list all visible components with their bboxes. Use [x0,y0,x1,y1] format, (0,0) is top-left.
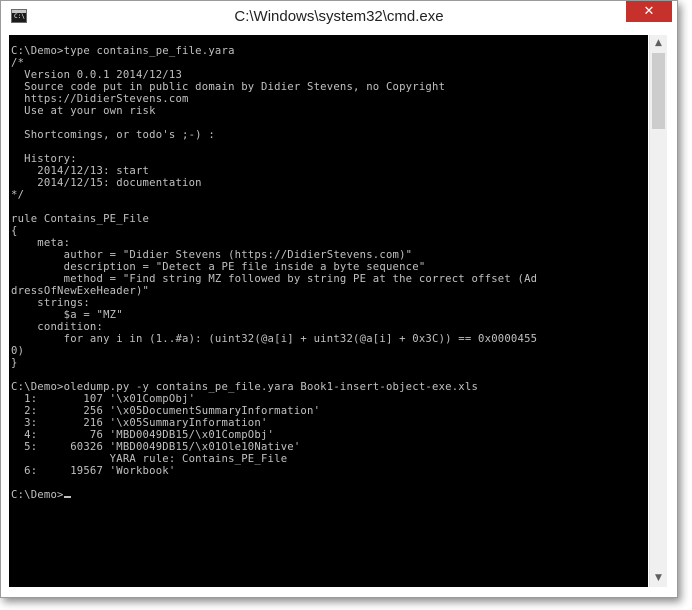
console-line: */ [11,189,25,201]
console-line: 0) [11,345,25,357]
console-line: dressOfNewExeHeader)" [11,285,150,297]
console-line: Use at your own risk [11,105,156,117]
console-line: 2: 256 '\x05DocumentSummaryInformation' [11,405,321,417]
scroll-thumb[interactable] [652,53,665,129]
console-line: method = "Find string MZ followed by str… [11,273,538,285]
console-line: C:\Demo>type contains_pe_file.yara [11,45,235,57]
console-line: strings: [11,297,90,309]
cmd-window: C:\ C:\Windows\system32\cmd.exe ✕ C:\Dem… [0,0,678,598]
console-line: description = "Detect a PE file inside a… [11,261,426,273]
console-line: author = "Didier Stevens (https://Didier… [11,249,413,261]
console-line: 3: 216 '\x05SummaryInformation' [11,417,268,429]
console-line: /* [11,57,25,69]
console-line: $a = "MZ" [11,309,123,321]
scroll-up-button[interactable]: ▲ [650,35,667,52]
console-line: C:\Demo> [11,489,537,501]
console-line: 1: 107 '\x01CompObj' [11,393,196,405]
console-line: History: [11,153,77,165]
console-line: 6: 19567 'Workbook' [11,465,176,477]
console-line: Shortcomings, or todo's ;-) : [11,129,215,141]
console-line: 5: 60326 'MBD0049DB15/\x01Ole10Native' [11,441,301,453]
console-line: 4: 76 'MBD0049DB15/\x01CompObj' [11,429,275,441]
console-line: https://DidierStevens.com [11,93,189,105]
chevron-up-icon: ▲ [655,38,662,48]
window-title: C:\Windows\system32\cmd.exe [234,8,444,25]
console-line: meta: [11,237,71,249]
vertical-scrollbar[interactable]: ▲ ▼ [649,35,667,587]
console-output[interactable]: C:\Demo>type contains_pe_file.yara/* Ver… [9,35,648,587]
console-line: C:\Demo>oledump.py -y contains_pe_file.y… [11,381,479,393]
console-line: Version 0.0.1 2014/12/13 [11,69,183,81]
console-line: for any i in (1..#a): (uint32(@a[i] + ui… [11,333,538,345]
scroll-down-button[interactable]: ▼ [650,570,667,587]
chevron-down-icon: ▼ [655,573,662,583]
console-line: rule Contains_PE_File [11,213,150,225]
title-bar[interactable]: C:\ C:\Windows\system32\cmd.exe ✕ [1,1,677,35]
console-line: 2014/12/13: start [11,165,150,177]
console-lines: C:\Demo>type contains_pe_file.yara/* Ver… [11,45,537,501]
close-button[interactable]: ✕ [626,1,672,22]
console-line: Source code put in public domain by Didi… [11,81,446,93]
console-line: } [11,357,18,369]
console-line: 2014/12/15: documentation [11,177,202,189]
text-cursor [63,496,71,498]
console-line: condition: [11,321,104,333]
console-line: YARA rule: Contains_PE_File [11,453,288,465]
close-icon: ✕ [643,4,655,19]
console-line: { [11,225,18,237]
